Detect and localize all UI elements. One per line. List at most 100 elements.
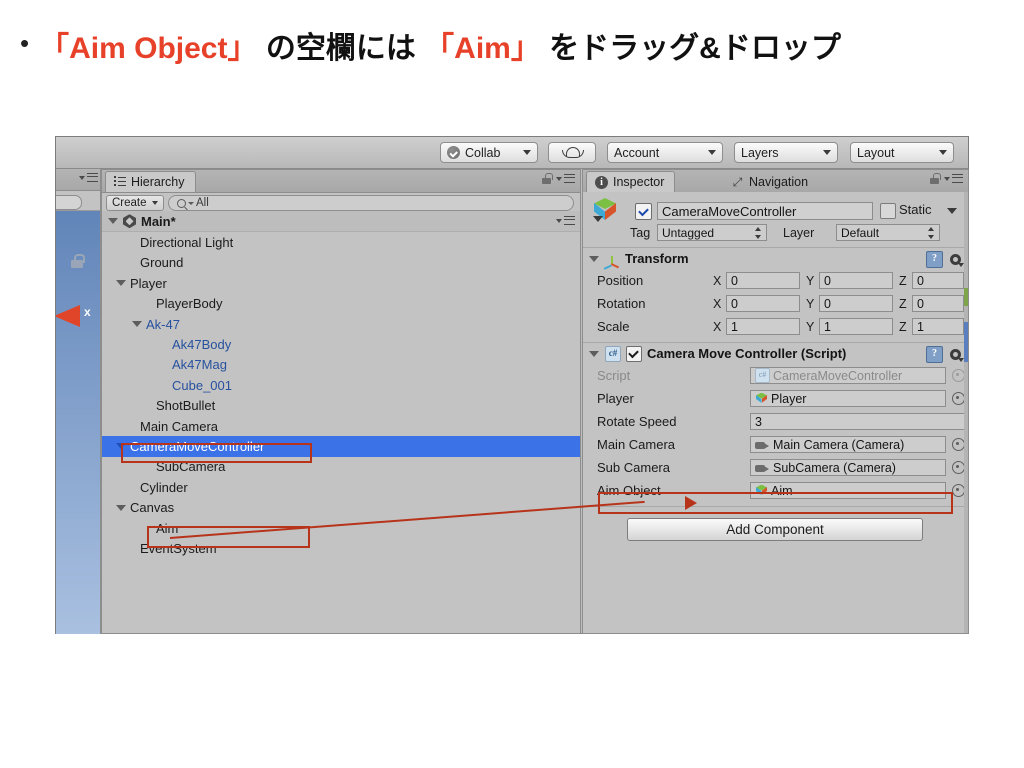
tree-row-label: PlayerBody [156,296,223,312]
rotation-x-field[interactable]: 0 [726,295,800,312]
aim-object-field[interactable]: Aim [750,482,946,499]
layer-dropdown[interactable]: Default [836,224,940,241]
gear-icon[interactable] [949,348,964,362]
tree-row-label: Cylinder [140,479,188,495]
panel-menu-icon[interactable] [556,174,575,183]
player-object-field[interactable]: Player [750,390,946,407]
aim-object-label: Aim Object [597,483,661,498]
search-input[interactable]: All [168,195,574,211]
chevron-down-icon[interactable] [116,443,126,450]
create-button[interactable]: Create [106,195,164,211]
chevron-down-icon[interactable] [116,504,126,511]
chevron-down-icon[interactable] [116,280,126,287]
chevron-down-icon[interactable] [589,350,599,357]
sub-camera-object-field[interactable]: SubCamera (Camera) [750,459,946,476]
chevron-down-icon [151,201,158,205]
position-y-field[interactable]: 0 [819,272,893,289]
rotation-y-field[interactable]: 0 [819,295,893,312]
chevron-down-icon[interactable] [589,255,599,262]
tree-row-shotbullet[interactable]: ShotBullet [102,396,580,416]
collab-button[interactable]: Collab [440,142,538,163]
component-enabled-checkbox[interactable] [626,345,642,362]
tree-row-ak-47[interactable]: Ak-47 [102,314,580,334]
scale-z-field[interactable]: 1 [912,318,964,335]
tag-dropdown[interactable]: Untagged [657,224,767,241]
position-x-field[interactable]: 0 [726,272,800,289]
panel-menu-icon[interactable] [944,174,963,183]
tree-row-main[interactable]: Main* [102,211,580,233]
tree-row-ak47mag[interactable]: Ak47Mag [102,355,580,375]
camera-move-controller-component: c# Camera Move Controller (Script) ? Scr… [583,343,968,507]
axis-x-label: X [713,273,722,288]
axis-x-label: X [713,296,722,311]
tree-row-player[interactable]: Player [102,273,580,293]
script-icon: c# [605,345,621,362]
tree-row-aim[interactable]: Aim [102,518,580,538]
headline-text: 「Aim Object」 の空欄には 「Aim」 をドラッグ&ドロップ [39,23,841,67]
add-component-button[interactable]: Add Component [627,518,923,541]
tab-navigation[interactable]: ⤢ Navigation [723,171,818,192]
account-button[interactable]: Account [607,142,723,163]
chevron-down-icon[interactable] [132,321,142,328]
tree-row-label: Ak-47 [146,316,180,332]
scale-y-field[interactable]: 1 [819,318,893,335]
chevron-down-icon[interactable] [108,218,118,225]
tree-row-directional-light[interactable]: Directional Light [102,232,580,252]
tree-row-ground[interactable]: Ground [102,253,580,273]
static-label: Static [899,202,932,217]
position-z-field[interactable]: 0 [912,272,964,289]
help-icon[interactable]: ? [926,346,943,363]
tab-hierarchy[interactable]: Hierarchy [105,171,196,192]
unity-toolbar: Collab Account Layers Layout [56,137,968,169]
tree-row-playerbody[interactable]: PlayerBody [102,294,580,314]
tree-row-label: Aim [156,520,179,536]
tab-inspector-label: Inspector [613,175,665,189]
rotation-z-field[interactable]: 0 [912,295,964,312]
scale-x-field[interactable]: 1 [726,318,800,335]
scene-toolbar [56,191,100,211]
script-icon: c# [755,368,770,383]
scene-gizmo-x-axis-icon[interactable] [56,305,80,327]
lock-icon[interactable] [930,173,941,184]
cube-icon [755,484,768,497]
create-label: Create [112,197,147,209]
cloud-button[interactable] [548,142,596,163]
main-camera-object-field[interactable]: Main Camera (Camera) [750,436,946,453]
stepper-icon [928,227,935,239]
inspector-scrollbar[interactable] [964,192,968,633]
gameobject-enabled-checkbox[interactable] [635,203,652,220]
layers-button[interactable]: Layers [734,142,838,163]
scene-view-panel[interactable]: x [56,169,101,634]
scene-context-menu-icon[interactable] [556,216,575,225]
tree-row-cylinder[interactable]: Cylinder [102,477,580,497]
static-checkbox[interactable] [880,203,896,219]
layout-button[interactable]: Layout [850,142,954,163]
lock-icon [71,254,85,268]
gear-icon[interactable] [949,253,964,267]
gameobject-name-field[interactable]: CameraMoveController [657,202,873,220]
static-dropdown-icon[interactable] [947,208,957,214]
axis-x-label: X [713,319,722,334]
tree-row-cameramovecontroller[interactable]: CameraMoveController [102,436,580,457]
script-component-header[interactable]: c# Camera Move Controller (Script) ? [583,343,968,364]
hierarchy-tab-strip: Hierarchy [102,170,580,193]
tree-row-cube-001[interactable]: Cube_001 [102,375,580,395]
panel-menu-icon[interactable] [79,173,98,182]
tree-row-main-camera[interactable]: Main Camera [102,416,580,436]
transform-component-header[interactable]: Transform ? [583,248,968,271]
rotate-speed-field[interactable]: 3 [750,413,965,430]
tree-row-subcamera[interactable]: SubCamera [102,457,580,477]
tag-value: Untagged [662,225,715,240]
scene-draw-mode-dropdown[interactable] [56,195,82,210]
tab-navigation-label: Navigation [749,174,809,189]
lock-icon[interactable] [542,173,553,184]
tree-row-canvas[interactable]: Canvas [102,497,580,517]
inspector-tab-strip: i Inspector ⤢ Navigation [583,170,968,193]
tree-row-eventsystem[interactable]: EventSystem [102,538,580,558]
tree-row-ak47body[interactable]: Ak47Body [102,334,580,354]
hierarchy-tree[interactable]: Main* Directional Light Ground Player Pl… [102,211,580,633]
transform-component: Transform ? Position X 0 Y 0 Z 0 Rotatio… [583,248,968,343]
tab-inspector[interactable]: i Inspector [586,171,676,192]
help-icon[interactable]: ? [926,251,943,268]
chevron-down-icon [523,150,531,155]
